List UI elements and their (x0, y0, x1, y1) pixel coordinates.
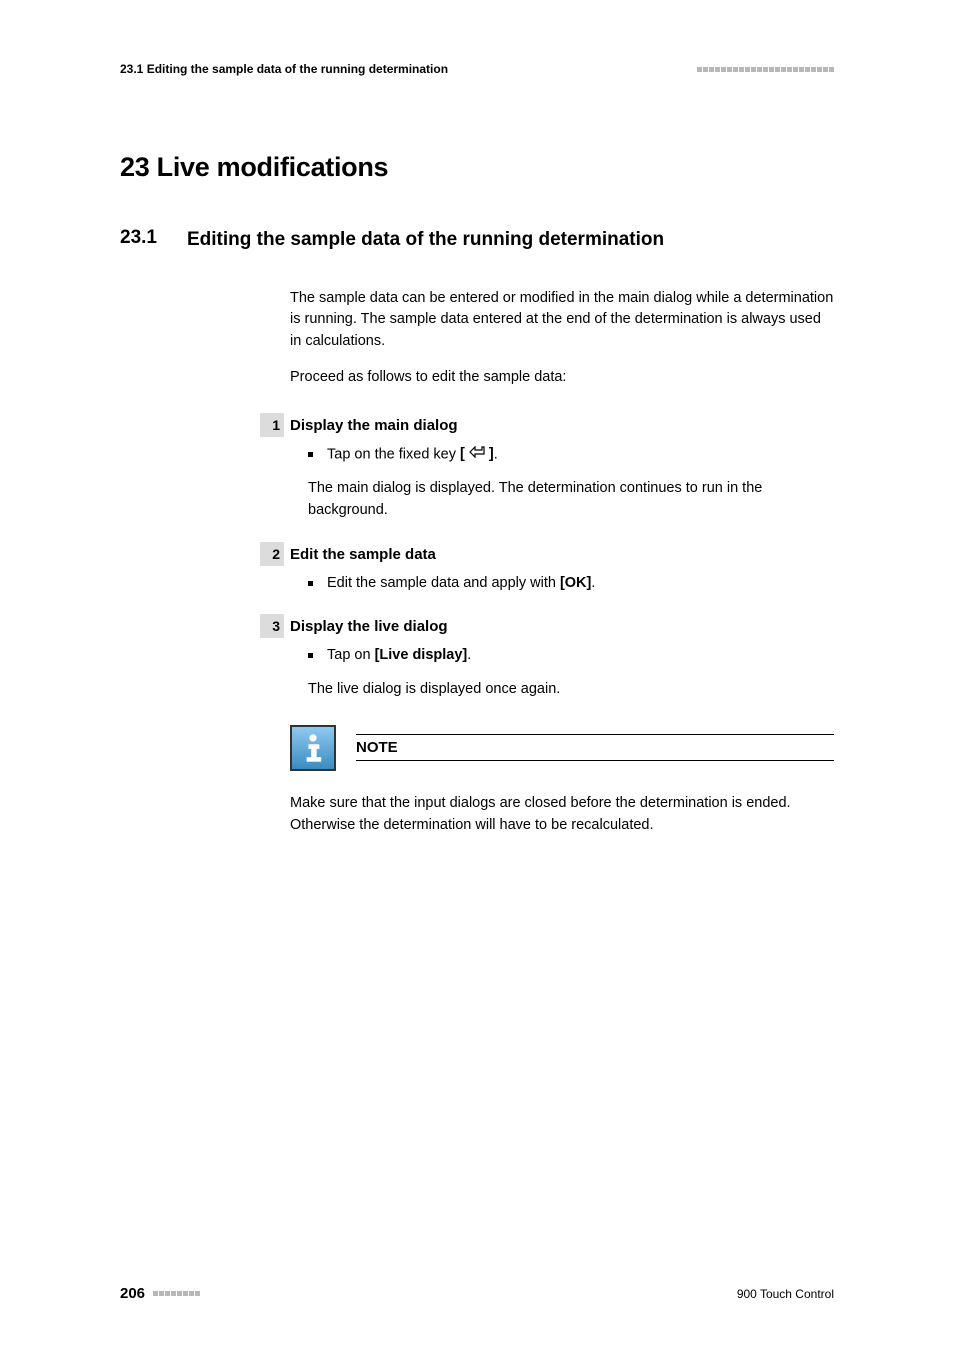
footer-decoration (153, 1291, 200, 1296)
step-title: Edit the sample data (290, 546, 834, 563)
step-bullet: Edit the sample data and apply with [OK]… (308, 573, 834, 595)
section-number: 23.1 (120, 227, 157, 254)
step-3: 3 Display the live dialog Tap on [Live d… (290, 618, 834, 701)
bullet-icon (308, 581, 313, 586)
note-text: Make sure that the input dialogs are clo… (290, 793, 834, 837)
step-2: 2 Edit the sample data Edit the sample d… (290, 546, 834, 595)
section-title: Editing the sample data of the running d… (187, 227, 664, 254)
step-title: Display the live dialog (290, 618, 834, 635)
note-box: NOTE Make sure that the input dialogs ar… (290, 725, 834, 847)
step-body-text: The live dialog is displayed once again. (308, 679, 834, 701)
bullet-icon (308, 452, 313, 457)
info-icon (290, 725, 336, 771)
chapter-title: 23 Live modifications (120, 152, 834, 183)
bullet-icon (308, 653, 313, 658)
intro-paragraph-2: Proceed as follows to edit the sample da… (290, 367, 834, 389)
back-key-icon (469, 444, 485, 466)
step-title: Display the main dialog (290, 417, 834, 434)
header-decoration (697, 67, 834, 72)
section-heading: 23.1 Editing the sample data of the runn… (120, 227, 834, 254)
step-1: 1 Display the main dialog Tap on the fix… (290, 417, 834, 522)
document-title: 900 Touch Control (737, 1287, 834, 1301)
note-label: NOTE (356, 734, 834, 761)
page-footer: 206 900 Touch Control (120, 1285, 834, 1302)
page-number: 206 (120, 1285, 145, 1302)
step-number: 2 (260, 542, 284, 566)
step-body-text: The main dialog is displayed. The determ… (308, 478, 834, 522)
page-header: 23.1 Editing the sample data of the runn… (120, 62, 834, 76)
bullet-text: Tap on [Live display]. (327, 645, 471, 667)
intro-paragraph-1: The sample data can be entered or modifi… (290, 288, 834, 353)
bullet-text: Tap on the fixed key [ ]. (327, 444, 498, 466)
step-bullet: Tap on the fixed key [ ]. (308, 444, 834, 466)
step-number: 1 (260, 413, 284, 437)
step-number: 3 (260, 614, 284, 638)
bullet-text: Edit the sample data and apply with [OK]… (327, 573, 595, 595)
header-section-ref: 23.1 Editing the sample data of the runn… (120, 62, 448, 76)
step-bullet: Tap on [Live display]. (308, 645, 834, 667)
